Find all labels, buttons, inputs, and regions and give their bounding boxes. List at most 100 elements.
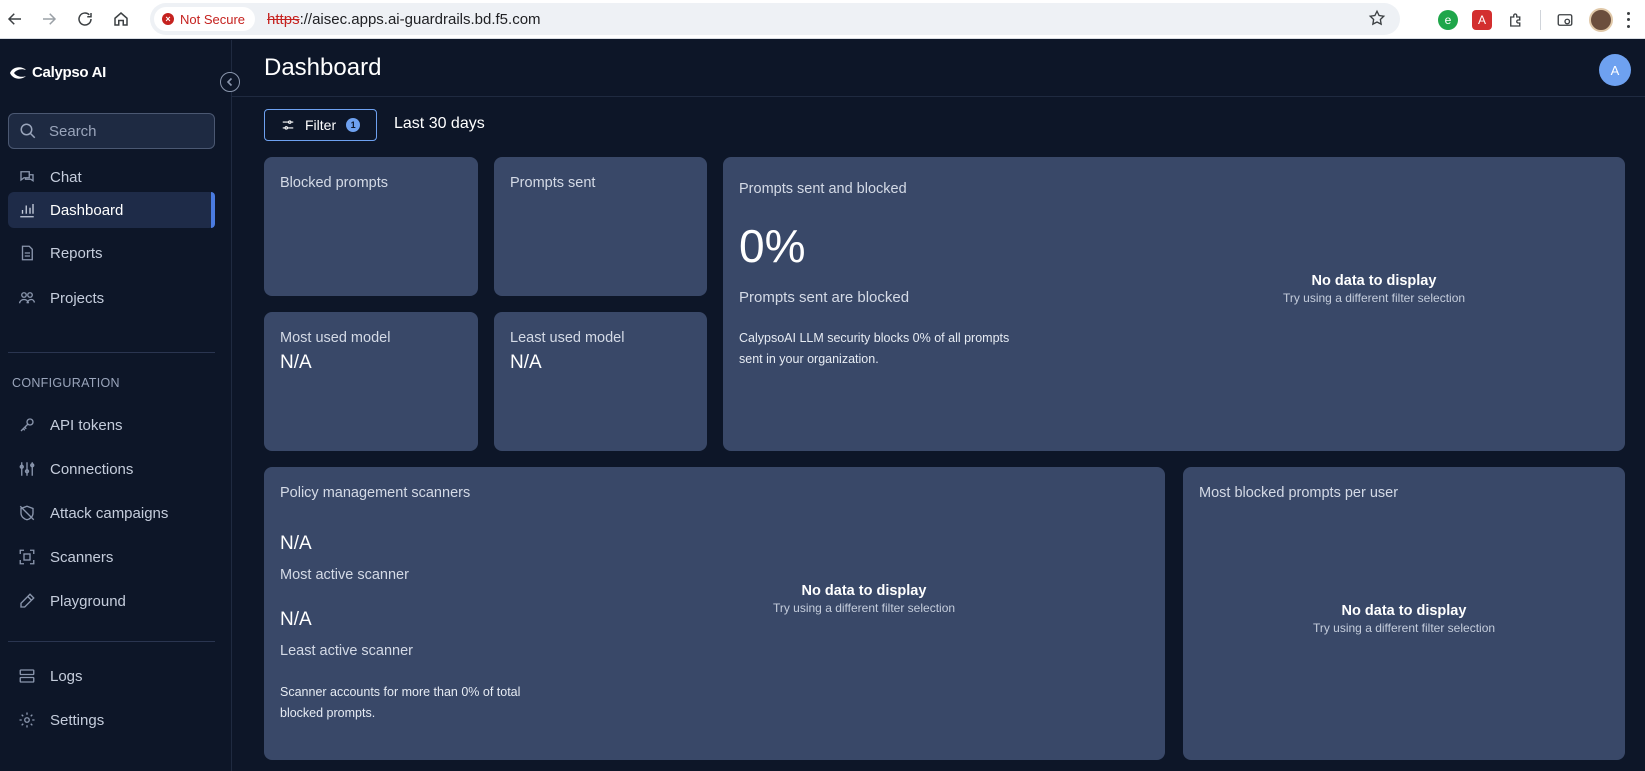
empty-state-hint: Try using a different filter selection bbox=[1312, 621, 1496, 635]
empty-state-hint: Try using a different filter selection bbox=[772, 601, 956, 615]
brand-name: Calypso AI bbox=[32, 64, 106, 81]
least-active-scanner-value: N/A bbox=[280, 609, 312, 630]
tab-search-icon[interactable] bbox=[1555, 10, 1575, 30]
bookmark-star-icon[interactable] bbox=[1368, 9, 1386, 32]
sidebar-divider bbox=[8, 641, 215, 642]
server-icon bbox=[19, 669, 35, 683]
pdf-extension-icon[interactable]: A bbox=[1472, 9, 1492, 30]
most-active-scanner-value: N/A bbox=[280, 533, 312, 554]
sidebar-item-playground[interactable]: Playground bbox=[8, 583, 215, 619]
card-title: Most used model bbox=[280, 330, 391, 346]
collapse-sidebar-button[interactable] bbox=[220, 72, 240, 92]
search-icon bbox=[20, 123, 36, 139]
sidebar-item-label: Projects bbox=[50, 289, 105, 307]
sidebar-item-label: Chat bbox=[50, 168, 82, 186]
shield-off-icon bbox=[19, 505, 35, 521]
page-title: Dashboard bbox=[264, 54, 382, 81]
sidebar: Calypso AI Chat Dashboard Reports Projec… bbox=[0, 40, 240, 771]
most-active-scanner-label: Most active scanner bbox=[280, 567, 409, 583]
prompts-sent-and-blocked-card: Prompts sent and blocked 0% Prompts sent… bbox=[723, 157, 1625, 451]
security-chip[interactable]: × Not Secure bbox=[154, 7, 256, 31]
empty-state-title: No data to display bbox=[1311, 273, 1437, 289]
browser-toolbar: × Not Secure https://aisec.apps.ai-guard… bbox=[0, 0, 1645, 39]
url-text[interactable]: https://aisec.apps.ai-guardrails.bd.f5.c… bbox=[267, 11, 540, 28]
search-input[interactable] bbox=[49, 122, 199, 140]
card-title: Most blocked prompts per user bbox=[1199, 485, 1399, 501]
reload-icon[interactable] bbox=[74, 8, 96, 30]
sidebar-divider bbox=[8, 352, 215, 353]
sliders-icon bbox=[19, 462, 35, 476]
sidebar-item-label: Logs bbox=[50, 667, 83, 685]
back-icon[interactable] bbox=[4, 8, 26, 30]
date-range-label: Last 30 days bbox=[394, 115, 485, 132]
filter-sliders-icon bbox=[282, 120, 294, 130]
empty-state-hint: Try using a different filter selection bbox=[1282, 291, 1466, 305]
home-icon[interactable] bbox=[110, 8, 132, 30]
policy-management-scanners-card: Policy management scanners N/A Most acti… bbox=[264, 467, 1165, 760]
sidebar-item-projects[interactable]: Projects bbox=[8, 280, 215, 316]
empty-state: No data to display Try using a different… bbox=[664, 583, 1064, 615]
empty-state: No data to display Try using a different… bbox=[1174, 273, 1574, 305]
sidebar-item-dashboard[interactable]: Dashboard bbox=[8, 192, 215, 228]
key-icon bbox=[20, 418, 34, 432]
filter-label: Filter bbox=[305, 117, 337, 133]
address-bar[interactable]: × Not Secure https://aisec.apps.ai-guard… bbox=[150, 3, 1400, 35]
sidebar-item-logs[interactable]: Logs bbox=[8, 658, 215, 694]
users-icon bbox=[18, 292, 36, 304]
sidebar-item-label: Settings bbox=[50, 711, 105, 729]
blocked-percentage: 0% bbox=[739, 220, 806, 272]
filter-count-badge: 1 bbox=[346, 118, 361, 132]
extensions-puzzle-icon[interactable] bbox=[1506, 10, 1526, 30]
empty-state-title: No data to display bbox=[1341, 603, 1467, 619]
sidebar-item-settings[interactable]: Settings bbox=[8, 702, 215, 738]
card-value: N/A bbox=[280, 352, 312, 373]
gear-icon bbox=[19, 712, 35, 728]
sidebar-item-reports[interactable]: Reports bbox=[8, 235, 215, 271]
scan-icon bbox=[19, 549, 35, 565]
security-label: Not Secure bbox=[180, 11, 246, 27]
card-value: N/A bbox=[510, 352, 542, 373]
sidebar-item-api-tokens[interactable]: API tokens bbox=[8, 407, 215, 443]
most-used-model-card: Most used model N/A bbox=[264, 312, 478, 451]
browser-profile-avatar[interactable] bbox=[1589, 7, 1613, 32]
least-used-model-card: Least used model N/A bbox=[494, 312, 707, 451]
sidebar-item-label: Connections bbox=[50, 460, 134, 478]
evernote-extension-icon[interactable]: e bbox=[1438, 9, 1458, 30]
card-title: Blocked prompts bbox=[280, 175, 388, 191]
sidebar-item-connections[interactable]: Connections bbox=[8, 451, 215, 487]
blocked-percentage-label: Prompts sent are blocked bbox=[739, 289, 910, 306]
bar-chart-icon bbox=[20, 204, 34, 218]
brand-logo[interactable]: Calypso AI bbox=[8, 64, 106, 81]
warning-icon: × bbox=[162, 13, 174, 25]
page-header: Dashboard A bbox=[232, 40, 1645, 97]
card-title: Policy management scanners bbox=[280, 485, 471, 501]
configuration-heading: CONFIGURATION bbox=[12, 376, 120, 390]
chat-icon bbox=[20, 171, 34, 183]
filter-button[interactable]: Filter 1 bbox=[264, 109, 377, 141]
forward-icon[interactable] bbox=[38, 8, 60, 30]
most-blocked-prompts-per-user-card: Most blocked prompts per user No data to… bbox=[1183, 467, 1625, 760]
pen-icon bbox=[20, 593, 35, 608]
user-avatar[interactable]: A bbox=[1599, 54, 1631, 86]
sidebar-item-label: Reports bbox=[50, 244, 103, 262]
scanner-description: Scanner accounts for more than 0% of tot… bbox=[280, 685, 521, 720]
sidebar-item-label: Dashboard bbox=[50, 201, 124, 219]
card-title: Prompts sent and blocked bbox=[739, 181, 907, 197]
document-icon bbox=[21, 245, 33, 261]
sidebar-item-label: Playground bbox=[50, 592, 126, 610]
blocked-description: CalypsoAI LLM security blocks 0% of all … bbox=[739, 331, 1010, 366]
sidebar-item-attack-campaigns[interactable]: Attack campaigns bbox=[8, 495, 215, 531]
calypso-logo-icon bbox=[10, 66, 26, 79]
search-box[interactable] bbox=[8, 113, 215, 149]
card-title: Least used model bbox=[510, 330, 625, 346]
sidebar-item-chat[interactable]: Chat bbox=[8, 159, 215, 195]
sidebar-item-label: Attack campaigns bbox=[50, 504, 169, 522]
sidebar-item-label: Scanners bbox=[50, 548, 114, 566]
card-title: Prompts sent bbox=[510, 175, 596, 191]
blocked-prompts-card: Blocked prompts bbox=[264, 157, 478, 296]
browser-menu-icon[interactable] bbox=[1627, 11, 1631, 28]
empty-state-title: No data to display bbox=[801, 583, 927, 599]
least-active-scanner-label: Least active scanner bbox=[280, 643, 413, 659]
sidebar-item-scanners[interactable]: Scanners bbox=[8, 539, 215, 575]
empty-state: No data to display Try using a different… bbox=[1204, 603, 1604, 635]
